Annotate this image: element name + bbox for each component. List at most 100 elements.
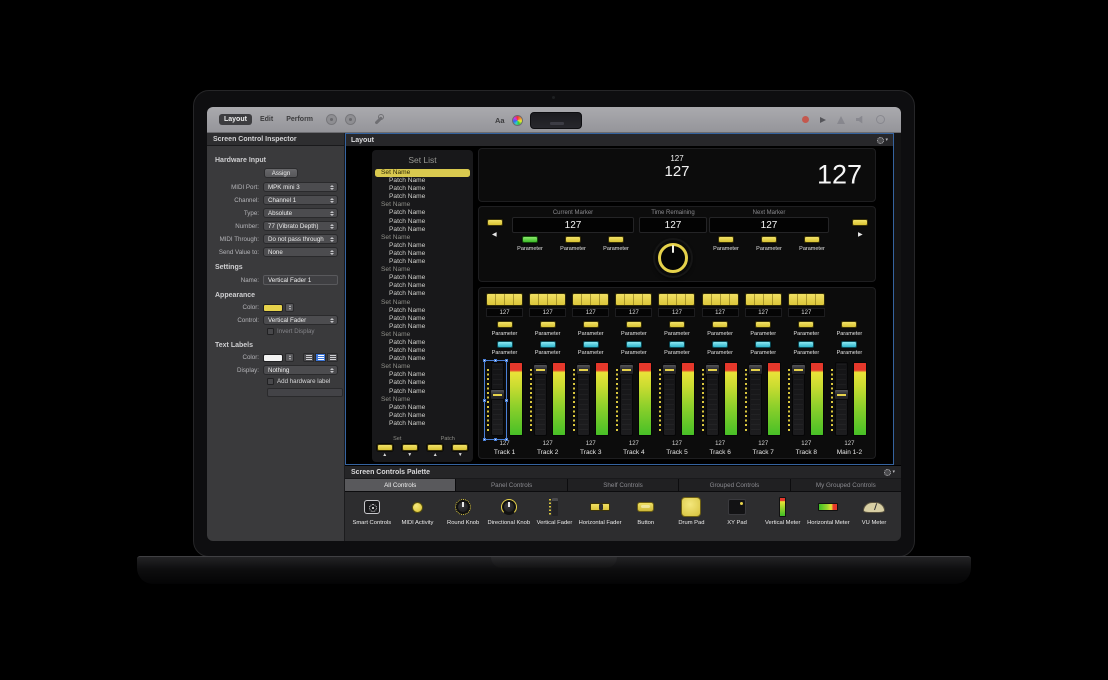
parameter-button[interactable] bbox=[522, 236, 538, 243]
layout-canvas[interactable]: Set List Set NamePatch NamePatch NamePat… bbox=[346, 146, 893, 464]
patch-down-button[interactable] bbox=[452, 444, 468, 451]
parameter-button[interactable] bbox=[798, 341, 814, 348]
set-list-patch-row[interactable]: Patch Name bbox=[372, 420, 473, 428]
next-edge-button[interactable] bbox=[852, 219, 868, 226]
display-dropdown[interactable]: Nothing bbox=[263, 365, 338, 375]
palette-tab-shelf-controls[interactable]: Shelf Controls bbox=[568, 479, 679, 491]
record-icon[interactable] bbox=[802, 116, 809, 123]
horizontal-fader[interactable] bbox=[745, 293, 782, 306]
set-list-set-row[interactable]: Set Name bbox=[372, 299, 473, 307]
hw-dropdown-0[interactable]: MPK mini 3 bbox=[263, 182, 338, 192]
palette-item[interactable]: Directional Knob bbox=[487, 496, 531, 527]
vertical-fader[interactable] bbox=[745, 362, 762, 438]
set-list-set-row[interactable]: Set Name bbox=[372, 363, 473, 371]
parameter-button[interactable] bbox=[841, 321, 857, 328]
palette-tab-all-controls[interactable]: All Controls bbox=[345, 479, 456, 491]
color-swatch[interactable] bbox=[263, 304, 283, 312]
align-left-button[interactable] bbox=[303, 353, 314, 362]
horizontal-fader[interactable] bbox=[615, 293, 652, 306]
parameter-button[interactable] bbox=[761, 236, 777, 243]
vertical-fader[interactable] bbox=[788, 362, 805, 438]
set-list-patch-row[interactable]: Patch Name bbox=[372, 315, 473, 323]
vertical-fader[interactable] bbox=[616, 362, 633, 438]
set-list-patch-row[interactable]: Patch Name bbox=[372, 355, 473, 363]
triangle-left-icon[interactable]: ◀ bbox=[492, 232, 497, 238]
set-list-patch-row[interactable]: Patch Name bbox=[372, 379, 473, 387]
palette-item[interactable]: VU Meter bbox=[852, 496, 896, 527]
set-list-patch-row[interactable]: Patch Name bbox=[372, 307, 473, 315]
palette-tab-grouped-controls[interactable]: Grouped Controls bbox=[679, 479, 790, 491]
round-knob[interactable] bbox=[655, 240, 691, 276]
palette-tab-my-grouped-controls[interactable]: My Grouped Controls bbox=[791, 479, 901, 491]
mixer-panel[interactable]: 127127127127127127127127 ParameterParame… bbox=[478, 287, 876, 459]
align-right-button[interactable] bbox=[327, 353, 338, 362]
parameter-button[interactable] bbox=[755, 341, 771, 348]
palette-item[interactable]: Round Knob bbox=[441, 496, 485, 527]
selection-handle[interactable] bbox=[483, 359, 486, 362]
metronome-icon[interactable] bbox=[837, 116, 845, 124]
palette-item[interactable]: Drum Pad bbox=[669, 496, 713, 527]
horizontal-fader[interactable] bbox=[702, 293, 739, 306]
set-list-set-row[interactable]: Set Name bbox=[372, 396, 473, 404]
set-up-button[interactable] bbox=[377, 444, 393, 451]
vertical-fader[interactable] bbox=[487, 362, 504, 438]
palette-action-menu[interactable]: ▾ bbox=[884, 469, 895, 476]
cpu-icon[interactable] bbox=[876, 115, 885, 124]
selection-handle[interactable] bbox=[494, 438, 497, 441]
set-list-patch-row[interactable]: Patch Name bbox=[372, 177, 473, 185]
vertical-fader[interactable] bbox=[702, 362, 719, 438]
horizontal-fader[interactable] bbox=[788, 293, 825, 306]
play-icon[interactable] bbox=[820, 117, 826, 123]
fader-cap[interactable] bbox=[834, 389, 849, 400]
set-list-patch-row[interactable]: Patch Name bbox=[372, 218, 473, 226]
text-color-swatch[interactable] bbox=[263, 354, 283, 362]
parameter-button[interactable] bbox=[583, 341, 599, 348]
hw-dropdown-3[interactable]: 77 (Vibrato Depth) bbox=[263, 221, 338, 231]
invert-display-checkbox[interactable] bbox=[267, 328, 274, 335]
assign-button[interactable]: Assign bbox=[264, 168, 298, 178]
parameter-button[interactable] bbox=[669, 341, 685, 348]
hw-dropdown-1[interactable]: Channel 1 bbox=[263, 195, 338, 205]
set-list-patch-row[interactable]: Patch Name bbox=[372, 339, 473, 347]
value-display-panel[interactable]: 127 127 127 bbox=[478, 148, 876, 202]
mode-tab-layout[interactable]: Layout bbox=[219, 114, 252, 125]
set-list-set-row[interactable]: Set Name bbox=[372, 331, 473, 339]
triangle-right-icon[interactable]: ▶ bbox=[858, 232, 863, 238]
prev-edge-button[interactable] bbox=[487, 219, 503, 226]
horizontal-fader[interactable] bbox=[486, 293, 523, 306]
vertical-fader[interactable] bbox=[831, 362, 848, 438]
selection-handle[interactable] bbox=[505, 399, 508, 402]
fader-cap[interactable] bbox=[705, 364, 720, 375]
set-list-patch-row[interactable]: Patch Name bbox=[372, 250, 473, 258]
selection-handle[interactable] bbox=[505, 359, 508, 362]
parameter-button[interactable] bbox=[712, 341, 728, 348]
palette-item[interactable]: Smart Controls bbox=[350, 496, 394, 527]
horizontal-fader[interactable] bbox=[658, 293, 695, 306]
patch-up-button[interactable] bbox=[427, 444, 443, 451]
set-list-patch-row[interactable]: Patch Name bbox=[372, 185, 473, 193]
horizontal-fader[interactable] bbox=[572, 293, 609, 306]
palette-item[interactable]: Button bbox=[624, 496, 668, 527]
palette-item[interactable]: Horizontal Fader bbox=[578, 496, 622, 527]
monitor-icon[interactable] bbox=[856, 116, 865, 124]
color-wheel-icon[interactable] bbox=[512, 115, 523, 126]
fader-cap[interactable] bbox=[662, 364, 677, 375]
set-list-patch-row[interactable]: Patch Name bbox=[372, 323, 473, 331]
set-list-set-row[interactable]: Set Name bbox=[372, 234, 473, 242]
color-stepper[interactable] bbox=[285, 303, 294, 312]
tuner-icon[interactable] bbox=[372, 114, 384, 126]
set-list-patch-row[interactable]: Patch Name bbox=[372, 193, 473, 201]
palette-item[interactable]: Vertical Meter bbox=[761, 496, 805, 527]
parameter-button[interactable] bbox=[626, 341, 642, 348]
set-list-patch-row[interactable]: Patch Name bbox=[372, 290, 473, 298]
palette-item[interactable]: XY Pad bbox=[715, 496, 759, 527]
fader-cap[interactable] bbox=[748, 364, 763, 375]
palette-item[interactable]: Vertical Fader bbox=[532, 496, 576, 527]
text-color-stepper[interactable] bbox=[285, 353, 294, 362]
panic-icon[interactable] bbox=[326, 114, 337, 125]
selection-handle[interactable] bbox=[483, 438, 486, 441]
set-list-patch-row[interactable]: Patch Name bbox=[372, 404, 473, 412]
set-list-patch-row[interactable]: Patch Name bbox=[372, 274, 473, 282]
selection-handle[interactable] bbox=[483, 399, 486, 402]
set-list-patch-row[interactable]: Patch Name bbox=[372, 226, 473, 234]
